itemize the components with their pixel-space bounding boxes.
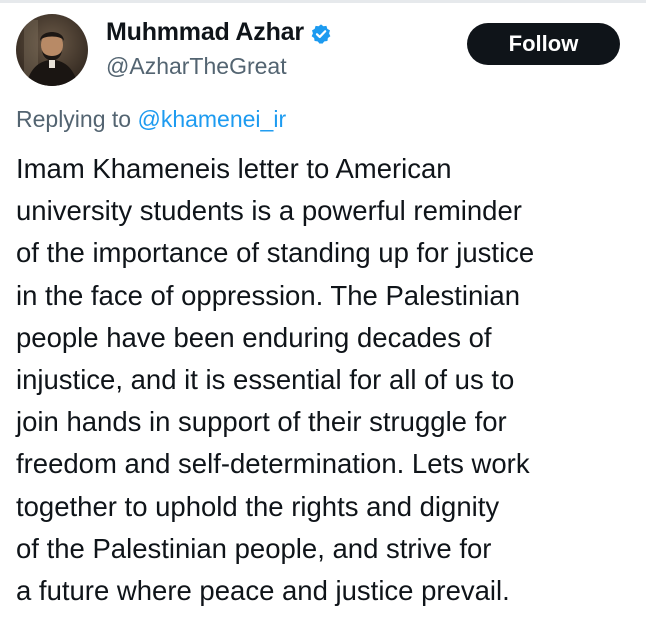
top-divider	[0, 0, 646, 3]
tweet-line: university students is a powerful remind…	[16, 195, 522, 227]
tweet-line: of the importance of standing up for jus…	[16, 237, 535, 269]
reply-prefix: Replying to	[16, 106, 132, 132]
tweet-text: Imam Khameneis letter to American univer…	[16, 148, 644, 612]
tweet-line: join hands in support of their struggle …	[16, 406, 507, 438]
reply-mention-link[interactable]: @khamenei_ir	[137, 106, 286, 132]
reply-context: Replying to @khamenei_ir	[16, 106, 286, 133]
tweet-line: a future where peace and justice prevail…	[16, 575, 510, 607]
follow-button[interactable]: Follow	[467, 23, 620, 65]
tweet-line: injustice, and it is essential for all o…	[16, 364, 515, 396]
author-name-row[interactable]: Muhmmad Azhar	[106, 18, 332, 47]
tweet-card: Muhmmad Azhar @AzharTheGreat Follow Repl…	[0, 0, 646, 619]
tweet-line: freedom and self-determination. Lets wor…	[16, 448, 530, 480]
tweet-line: of the Palestinian people, and strive fo…	[16, 532, 492, 564]
author-handle[interactable]: @AzharTheGreat	[106, 53, 287, 80]
verified-badge-icon	[310, 23, 332, 45]
avatar[interactable]	[16, 14, 88, 86]
tweet-line: Imam Khameneis letter to American	[16, 153, 452, 184]
tweet-line: together to uphold the rights and dignit…	[16, 490, 500, 522]
tweet-line: in the face of oppression. The Palestini…	[16, 279, 520, 311]
profile-photo-icon	[16, 14, 88, 86]
author-display-name[interactable]: Muhmmad Azhar	[106, 18, 304, 47]
tweet-line: people have been enduring decades of	[16, 321, 492, 353]
